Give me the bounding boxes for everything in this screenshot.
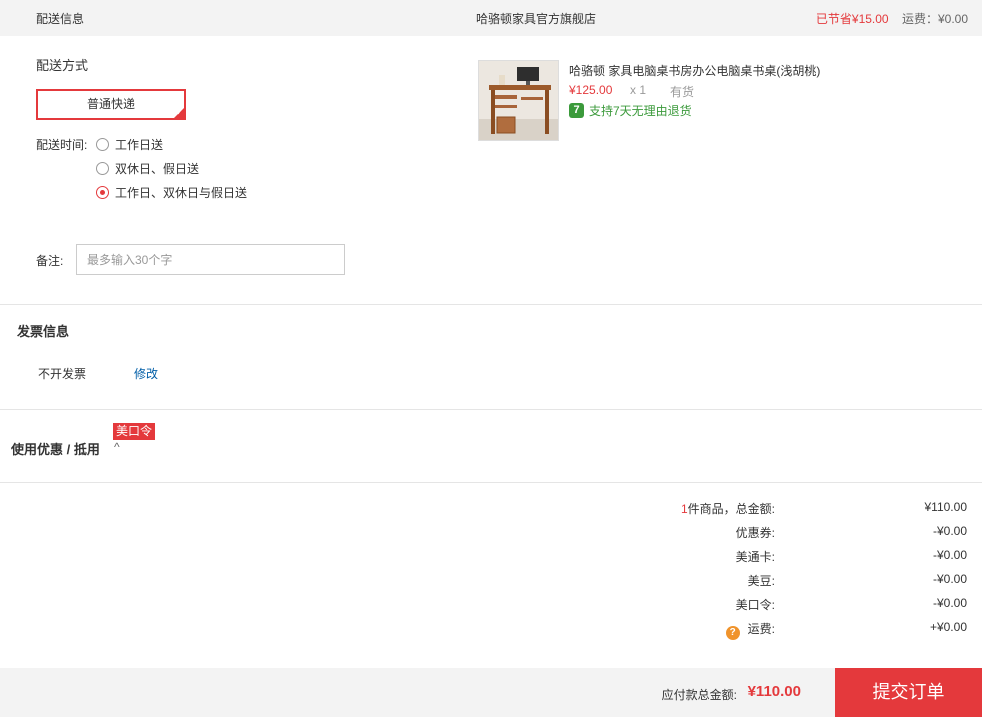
- submit-order-button[interactable]: 提交订单: [835, 668, 982, 717]
- note-input[interactable]: [76, 244, 345, 275]
- delivery-time-option-all[interactable]: 工作日、双休日与假日送: [96, 184, 247, 201]
- radio-icon[interactable]: [96, 138, 109, 151]
- summary-row-value: -¥0.00: [932, 524, 967, 538]
- summary-row-label: 美口令:: [735, 598, 775, 612]
- summary-total-row: 1件商品，总金额: ¥110.00: [560, 500, 967, 520]
- chevron-up-icon[interactable]: ^: [114, 440, 120, 454]
- delivery-time-option-weekend[interactable]: 双休日、假日送: [96, 160, 199, 177]
- summary-row-coupon: 优惠券: -¥0.00: [560, 524, 967, 544]
- delivery-header-bar: 配送信息 哈骆顿家具官方旗舰店 已节省¥15.00 运费：¥0.00: [0, 0, 982, 36]
- summary-row-value: -¥0.00: [932, 572, 967, 586]
- summary-row-card: 美通卡: -¥0.00: [560, 548, 967, 568]
- return-policy: 7 支持7天无理由退货: [569, 102, 692, 119]
- delivery-time-option-label: 双休日、假日送: [115, 162, 200, 176]
- section-divider: [0, 409, 982, 410]
- product-stock-status: 有货: [670, 85, 695, 99]
- invoice-edit-link[interactable]: 修改: [134, 365, 158, 382]
- section-divider: [0, 482, 982, 483]
- summary-row-label: 美通卡:: [735, 550, 775, 564]
- item-count: 1: [680, 502, 688, 516]
- summary-row-promo-code: 美口令: -¥0.00: [560, 596, 967, 616]
- promo-section-title[interactable]: 使用优惠 / 抵用: [11, 439, 100, 458]
- delivery-time-label: 配送时间:: [36, 138, 88, 152]
- question-icon[interactable]: ?: [725, 626, 740, 640]
- header-summary: 已节省¥15.00 运费：¥0.00: [816, 10, 968, 27]
- delivery-time-option-label: 工作日、双休日与假日送: [115, 186, 248, 200]
- invoice-section-title: 发票信息: [17, 324, 70, 339]
- express-delivery-button[interactable]: 普通快递 ✓: [36, 89, 186, 120]
- return-policy-text: 支持7天无理由退货: [589, 104, 692, 118]
- payable-label: 应付款总金额:: [661, 688, 737, 702]
- product-price: ¥125.00: [569, 83, 613, 97]
- summary-row-label: 优惠券:: [735, 526, 775, 540]
- product-quantity: x 1: [630, 83, 647, 97]
- summary-row-label: 美豆:: [747, 574, 775, 588]
- section-divider: [0, 304, 982, 305]
- radio-icon[interactable]: [96, 162, 109, 175]
- summary-row-shipping: ? 运费: +¥0.00: [560, 620, 967, 640]
- payable-amount: ¥110.00: [747, 683, 801, 700]
- summary-shipping-value: +¥0.00: [929, 620, 967, 634]
- radio-selected-icon[interactable]: [96, 186, 109, 199]
- store-name: 哈骆顿家具官方旗舰店: [476, 12, 597, 26]
- note-label: 备注:: [36, 254, 64, 268]
- product-image[interactable]: [478, 60, 559, 141]
- delivery-time-option-label: 工作日送: [115, 138, 164, 152]
- desk-image-icon: [479, 61, 558, 140]
- summary-row-value: -¥0.00: [932, 596, 967, 610]
- invoice-value: 不开发票: [38, 367, 87, 381]
- summary-total-value: ¥110.00: [924, 500, 968, 514]
- product-title[interactable]: 哈骆顿 家具电脑桌书房办公电脑桌书桌(浅胡桃): [569, 62, 820, 79]
- summary-row-beans: 美豆: -¥0.00: [560, 572, 967, 592]
- delivery-method-label: 配送方式: [36, 58, 89, 73]
- summary-shipping-label: 运费:: [747, 622, 775, 636]
- item-count-label: 件商品，总金额:: [687, 502, 775, 516]
- delivery-time-option-workday[interactable]: 工作日送: [96, 136, 163, 153]
- saved-amount: 已节省¥15.00: [815, 12, 889, 26]
- promo-code-badge: 美口令: [113, 423, 156, 440]
- seven-day-return-icon: 7: [569, 103, 584, 118]
- header-shipping: 运费：¥0.00: [901, 12, 968, 26]
- delivery-section-title: 配送信息: [36, 12, 85, 26]
- express-delivery-label: 普通快递: [86, 97, 135, 111]
- checkout-bar: 应付款总金额: ¥110.00 提交订单: [0, 668, 982, 717]
- summary-row-value: -¥0.00: [932, 548, 967, 562]
- check-icon: ✓: [176, 108, 183, 117]
